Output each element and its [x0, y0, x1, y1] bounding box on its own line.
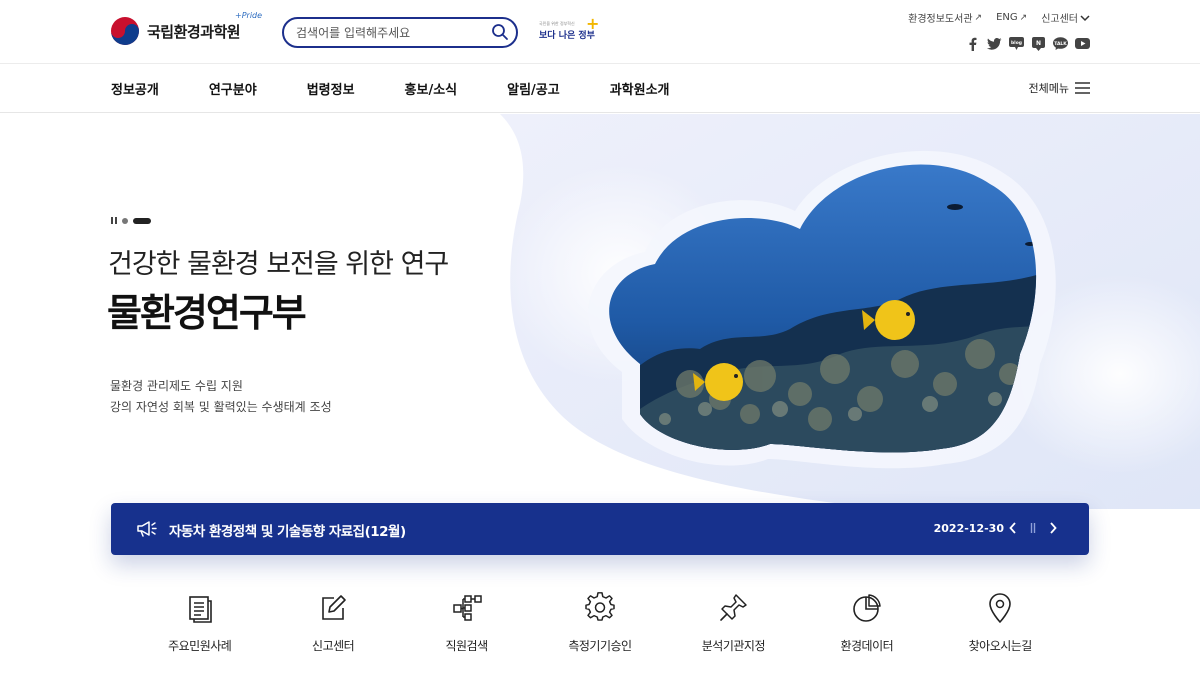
external-arrow-icon: ↗: [974, 12, 983, 23]
gnb-item-news[interactable]: 홍보/소식: [405, 79, 458, 98]
util-link-report-center[interactable]: 신고센터: [1041, 10, 1090, 25]
quick-item-label: 환경데이터: [840, 639, 894, 653]
quick-item-label: 주요민원사례: [168, 639, 232, 653]
hero-desc-line: 강의 자연성 회복 및 활력있는 수생태계 조성: [110, 400, 332, 414]
hero-title: 물환경연구부: [107, 291, 307, 335]
notice-pause-button[interactable]: [1027, 520, 1039, 536]
sns-links: blog N TALK: [965, 36, 1090, 51]
quick-item-report-center[interactable]: 신고센터: [266, 592, 399, 662]
gear-icon: [585, 592, 615, 621]
post-icon[interactable]: N: [1031, 36, 1046, 51]
chevron-right-icon: [1050, 522, 1057, 534]
util-link-eng[interactable]: ENG ↗: [996, 10, 1027, 25]
gnb-item-info-disclosure[interactable]: 정보공개: [111, 79, 159, 98]
hero-banner: 건강한 물환경 보전을 위한 연구 물환경연구부 물환경 관리제도 수립 지원 …: [0, 114, 1200, 509]
gnb-menu: 정보공개 연구분야 법령정보 홍보/소식 알림/공고 과학원소개: [111, 64, 720, 113]
quick-item-civil-cases[interactable]: 주요민원사례: [133, 592, 266, 662]
hero-subtitle: 건강한 물환경 보전을 위한 연구: [108, 249, 449, 280]
util-link-label: 신고센터: [1041, 14, 1078, 25]
quick-item-label: 찾아오시는길: [968, 639, 1033, 653]
location-icon: [989, 593, 1012, 623]
hamburger-icon: [1075, 82, 1090, 94]
quick-item-device-approval[interactable]: 측정기기승인: [533, 592, 666, 662]
notice-prev-button[interactable]: [1007, 520, 1019, 536]
twitter-icon[interactable]: [987, 36, 1002, 51]
edit-icon: [322, 595, 346, 620]
quick-item-env-data[interactable]: 환경데이터: [800, 592, 933, 662]
external-arrow-icon: ↗: [1019, 12, 1028, 23]
logo-text: 국립환경과학원: [147, 22, 241, 41]
search-box: [282, 17, 518, 48]
utility-links: 환경정보도서관 ↗ ENG ↗ 신고센터: [908, 10, 1090, 25]
quick-item-label: 측정기기승인: [568, 639, 632, 653]
pause-icon[interactable]: [111, 217, 117, 224]
search-input[interactable]: [296, 24, 486, 42]
gnb-item-about[interactable]: 과학원소개: [610, 79, 670, 98]
quick-item-label: 직원검색: [445, 639, 488, 653]
chevron-down-icon: [1080, 14, 1090, 21]
svg-text:blog: blog: [1011, 40, 1022, 46]
all-menu-button[interactable]: 전체메뉴: [1029, 80, 1090, 96]
facebook-icon[interactable]: [965, 36, 980, 51]
notice-date: 2022-12-30: [933, 522, 1004, 535]
document-list-icon: [188, 596, 212, 623]
hero-description: 물환경 관리제도 수립 지원 강의 자연성 회복 및 활력있는 수생태계 조성: [110, 376, 332, 418]
slide-dot-active[interactable]: [133, 217, 151, 224]
quick-item-staff-search[interactable]: 직원검색: [400, 592, 533, 662]
notice-title-link[interactable]: 자동차 환경정책 및 기술동향 자료집(12월): [169, 520, 406, 540]
kakaotalk-icon[interactable]: TALK: [1053, 36, 1068, 51]
global-nav: 정보공개 연구분야 법령정보 홍보/소식 알림/공고 과학원소개 전체메뉴: [0, 64, 1200, 113]
gov-slogan-logo[interactable]: 국민을 위한 정부혁신 보다 나은 정부 +: [538, 14, 599, 46]
header: 국립환경과학원 +Pride 국민을 위한 정부혁신 보다 나은 정부 + 환경…: [0, 0, 1200, 64]
gnb-item-research[interactable]: 연구분야: [209, 79, 257, 98]
hero-slider-pager: [111, 217, 151, 224]
quick-item-directions[interactable]: 찾아오시는길: [934, 592, 1067, 662]
hero-desc-line: 물환경 관리제도 수립 지원: [110, 379, 243, 393]
util-link-label: ENG: [996, 12, 1018, 23]
plus-icon: +: [586, 14, 600, 33]
chevron-left-icon: [1009, 522, 1016, 534]
search-icon[interactable]: [491, 23, 509, 41]
slide-dot[interactable]: [122, 217, 128, 224]
util-link-library[interactable]: 환경정보도서관 ↗: [908, 10, 983, 26]
pause-icon: [1030, 523, 1036, 533]
notice-next-button[interactable]: [1047, 520, 1059, 536]
svg-text:TALK: TALK: [1054, 41, 1067, 47]
notice-controls: [1007, 520, 1059, 536]
quick-item-lab-designation[interactable]: 분석기관지정: [667, 592, 800, 662]
pin-icon: [720, 594, 748, 621]
all-menu-label: 전체메뉴: [1028, 82, 1069, 95]
quick-item-label: 분석기관지정: [701, 639, 766, 653]
quick-menu: 주요민원사례 신고센터 직원검색 측정기기승인 분석기관지정 환경데이터 찾아오…: [133, 592, 1067, 662]
org-chart-icon: [452, 595, 482, 621]
taegeuk-emblem-icon: [111, 17, 139, 45]
notice-bar: 자동차 환경정책 및 기술동향 자료집(12월) 2022-12-30: [111, 503, 1089, 555]
youtube-icon[interactable]: [1075, 36, 1090, 51]
site-logo[interactable]: 국립환경과학원 +Pride: [110, 11, 262, 47]
svg-text:N: N: [1036, 40, 1041, 47]
gnb-item-laws[interactable]: 법령정보: [307, 79, 355, 98]
pie-chart-icon: [853, 594, 881, 622]
gnb-item-notice[interactable]: 알림/공고: [507, 79, 560, 98]
blog-icon[interactable]: blog: [1009, 36, 1024, 51]
quick-item-label: 신고센터: [312, 639, 355, 653]
util-link-label: 환경정보도서관: [908, 14, 973, 25]
slogan-small-text: 국민을 위한 정부혁신: [539, 21, 575, 26]
megaphone-icon: [137, 521, 157, 537]
logo-pride-badge: +Pride: [235, 11, 263, 20]
